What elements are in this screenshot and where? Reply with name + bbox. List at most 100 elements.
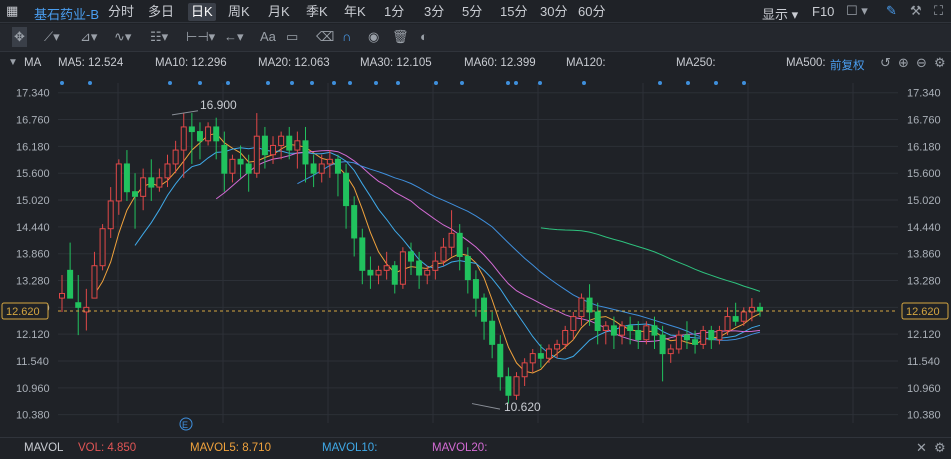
event-marker xyxy=(658,81,662,85)
ma-label[interactable]: MA xyxy=(24,57,41,69)
checkbox-icon[interactable]: ☐ ▾ xyxy=(846,1,868,21)
y-tick-right: 13.860 xyxy=(907,249,941,261)
event-marker xyxy=(60,81,64,85)
eraser-icon[interactable]: ⌫ xyxy=(316,27,334,47)
candle-body xyxy=(213,126,220,142)
eye-icon[interactable]: ◉ xyxy=(368,27,379,47)
tab-10[interactable]: 15分 xyxy=(500,3,527,21)
magnet-icon[interactable]: ∩ xyxy=(342,27,351,47)
fullscreen-icon[interactable]: ⛶ xyxy=(934,1,943,21)
remove-icon[interactable]: ⊖ xyxy=(916,53,927,73)
y-tick-right: 12.120 xyxy=(907,329,941,341)
tab-0[interactable]: 分时 xyxy=(108,3,134,21)
magic-wand-icon[interactable]: ⚒ xyxy=(910,1,922,21)
tab-9[interactable]: 5分 xyxy=(462,3,482,21)
tab-7[interactable]: 1分 xyxy=(384,3,404,21)
tab-5[interactable]: 季K xyxy=(306,3,328,21)
candle-body xyxy=(424,269,431,276)
vol-value: VOL: 4.850 xyxy=(78,442,137,454)
ma30-line xyxy=(297,161,761,341)
y-tick-right: 15.020 xyxy=(907,195,941,207)
candle-body xyxy=(383,265,390,271)
candle-body xyxy=(261,135,268,156)
comment-tool-icon[interactable]: ▭ xyxy=(286,27,298,47)
mavol-label[interactable]: MAVOL xyxy=(24,442,63,454)
y-tick-left: 16.760 xyxy=(16,115,50,127)
candle-body xyxy=(602,325,609,331)
tab-2[interactable]: 日K xyxy=(188,3,216,21)
tab-11[interactable]: 30分 xyxy=(540,3,567,21)
add-icon[interactable]: ⊕ xyxy=(898,53,909,73)
tab-3[interactable]: 周K xyxy=(228,3,250,21)
candle-body xyxy=(399,251,406,285)
tab-4[interactable]: 月K xyxy=(268,3,290,21)
event-marker xyxy=(460,81,464,85)
candle-body xyxy=(481,297,488,322)
ma20-value: MA20: 12.063 xyxy=(258,57,330,69)
grid-icon[interactable]: ▦ xyxy=(6,1,18,21)
settings-icon[interactable]: ⚙ xyxy=(934,53,946,73)
collapse-icon[interactable]: ▼ xyxy=(8,53,18,73)
text-tool-icon[interactable]: Aa xyxy=(260,27,276,47)
undo-icon[interactable]: ↺ xyxy=(880,53,891,73)
f10-button[interactable]: F10 xyxy=(812,4,834,19)
event-marker xyxy=(332,81,336,85)
tab-6[interactable]: 年K xyxy=(344,3,366,21)
candle-body xyxy=(156,177,163,188)
tab-12[interactable]: 60分 xyxy=(578,3,605,21)
stock-name[interactable]: 基石药业-B xyxy=(34,4,99,23)
candle-body xyxy=(497,343,504,378)
y-tick-left: 11.540 xyxy=(16,356,49,368)
pen-icon[interactable]: ✎ xyxy=(886,1,897,21)
low-annotation-leader xyxy=(471,403,501,410)
candle-body xyxy=(302,140,309,165)
y-tick-right: 16.760 xyxy=(907,115,941,127)
move-icon[interactable]: ✥ xyxy=(12,27,27,47)
candle-body xyxy=(172,149,179,165)
candle-body xyxy=(610,325,617,336)
range-tool-icon[interactable]: ⊢⊣▾ xyxy=(186,27,215,47)
candle-body xyxy=(513,376,520,396)
settings-icon[interactable]: ⚙ xyxy=(934,438,946,458)
y-tick-right: 14.440 xyxy=(907,222,941,234)
candle-body xyxy=(245,163,252,174)
adjust-toggle[interactable]: 前复权 xyxy=(830,57,865,73)
y-tick-left: 10.960 xyxy=(16,383,50,395)
event-marker xyxy=(434,81,438,85)
event-marker xyxy=(582,81,586,85)
ma60-line xyxy=(540,227,761,292)
tab-1[interactable]: 多日 xyxy=(148,3,174,21)
candle-body xyxy=(700,329,707,345)
event-marker xyxy=(168,81,172,85)
candle-body xyxy=(188,126,195,133)
wave-tool-icon[interactable]: ∿▾ xyxy=(114,27,131,47)
candle-body xyxy=(521,362,528,378)
close-icon[interactable]: ✕ xyxy=(916,438,927,458)
trash-icon[interactable]: 🗑 xyxy=(392,27,409,47)
candle-body xyxy=(643,325,650,341)
arrow-tool-icon[interactable]: ←▾ xyxy=(224,27,244,47)
candle-body xyxy=(270,144,277,156)
y-tick-left: 17.340 xyxy=(16,88,50,100)
candle-body xyxy=(586,297,593,313)
channel-tool-icon[interactable]: ⊿▾ xyxy=(80,27,97,47)
candle-body xyxy=(659,334,666,355)
candle-body xyxy=(505,376,512,396)
candle-body xyxy=(708,329,715,341)
ma120-value: MA120: xyxy=(566,57,606,69)
event-marker xyxy=(374,81,378,85)
toggle-icon[interactable]: ◐ xyxy=(420,27,428,47)
candle-body xyxy=(619,325,626,336)
event-marker xyxy=(686,81,690,85)
candle-body xyxy=(391,265,398,285)
candle-body xyxy=(545,348,552,359)
tab-8[interactable]: 3分 xyxy=(424,3,444,21)
display-menu[interactable]: 显示 ▾ xyxy=(762,4,798,23)
candle-body xyxy=(740,311,747,322)
kline-chart[interactable]: 17.340 17.340 16.760 16.760 16.180 16.180 15.6… xyxy=(0,75,951,435)
candle-body xyxy=(651,325,658,336)
fibonacci-tool-icon[interactable]: ☷▾ xyxy=(150,27,168,47)
high-annotation: 16.900 xyxy=(200,98,237,112)
candle-body xyxy=(67,269,74,299)
line-tool-icon[interactable]: ⟋▾ xyxy=(44,27,60,47)
